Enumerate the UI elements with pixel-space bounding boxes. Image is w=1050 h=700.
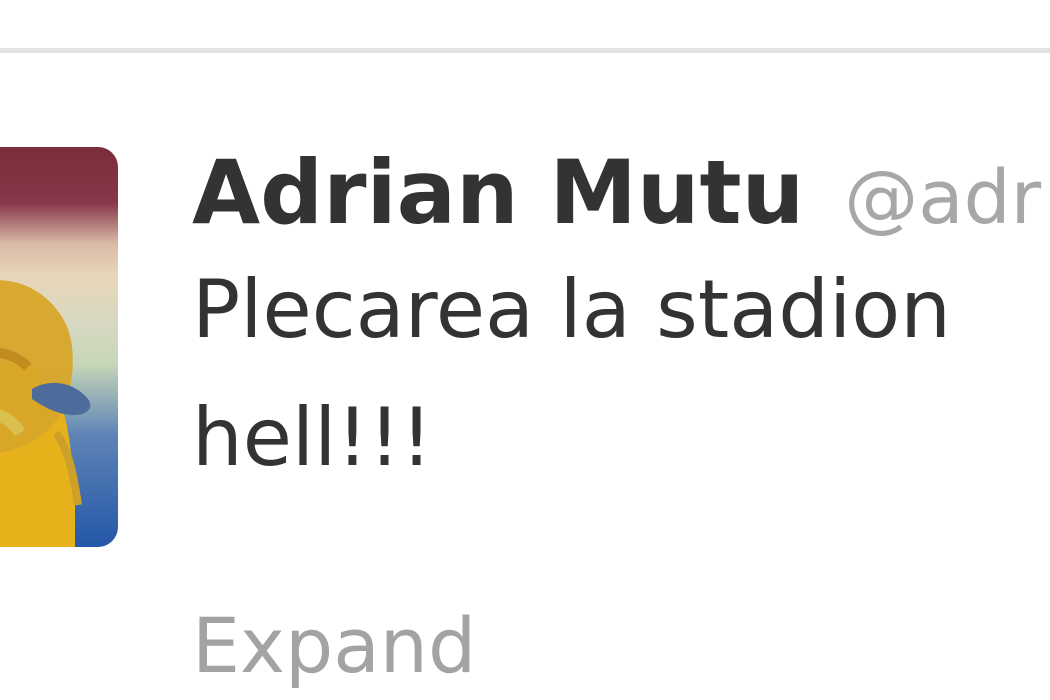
display-name[interactable]: Adrian Mutu <box>192 141 804 244</box>
screen-name[interactable]: @adr <box>844 155 1041 241</box>
user-avatar-icon[interactable] <box>0 147 118 547</box>
tweet-content: Adrian Mutu @adr Plecarea la stadion hel… <box>192 141 1050 502</box>
tweet-text: Plecarea la stadion hell!!! <box>192 246 1050 502</box>
tweet-text-line-2: hell!!! <box>192 391 433 484</box>
tweet-header: Adrian Mutu @adr <box>192 141 1050 244</box>
expand-link[interactable]: Expand <box>192 601 476 690</box>
avatar-image-icon <box>0 280 91 547</box>
tweet-text-line-1: Plecarea la stadion <box>192 263 951 356</box>
tweet-item[interactable]: Adrian Mutu @adr Plecarea la stadion hel… <box>0 53 1050 700</box>
